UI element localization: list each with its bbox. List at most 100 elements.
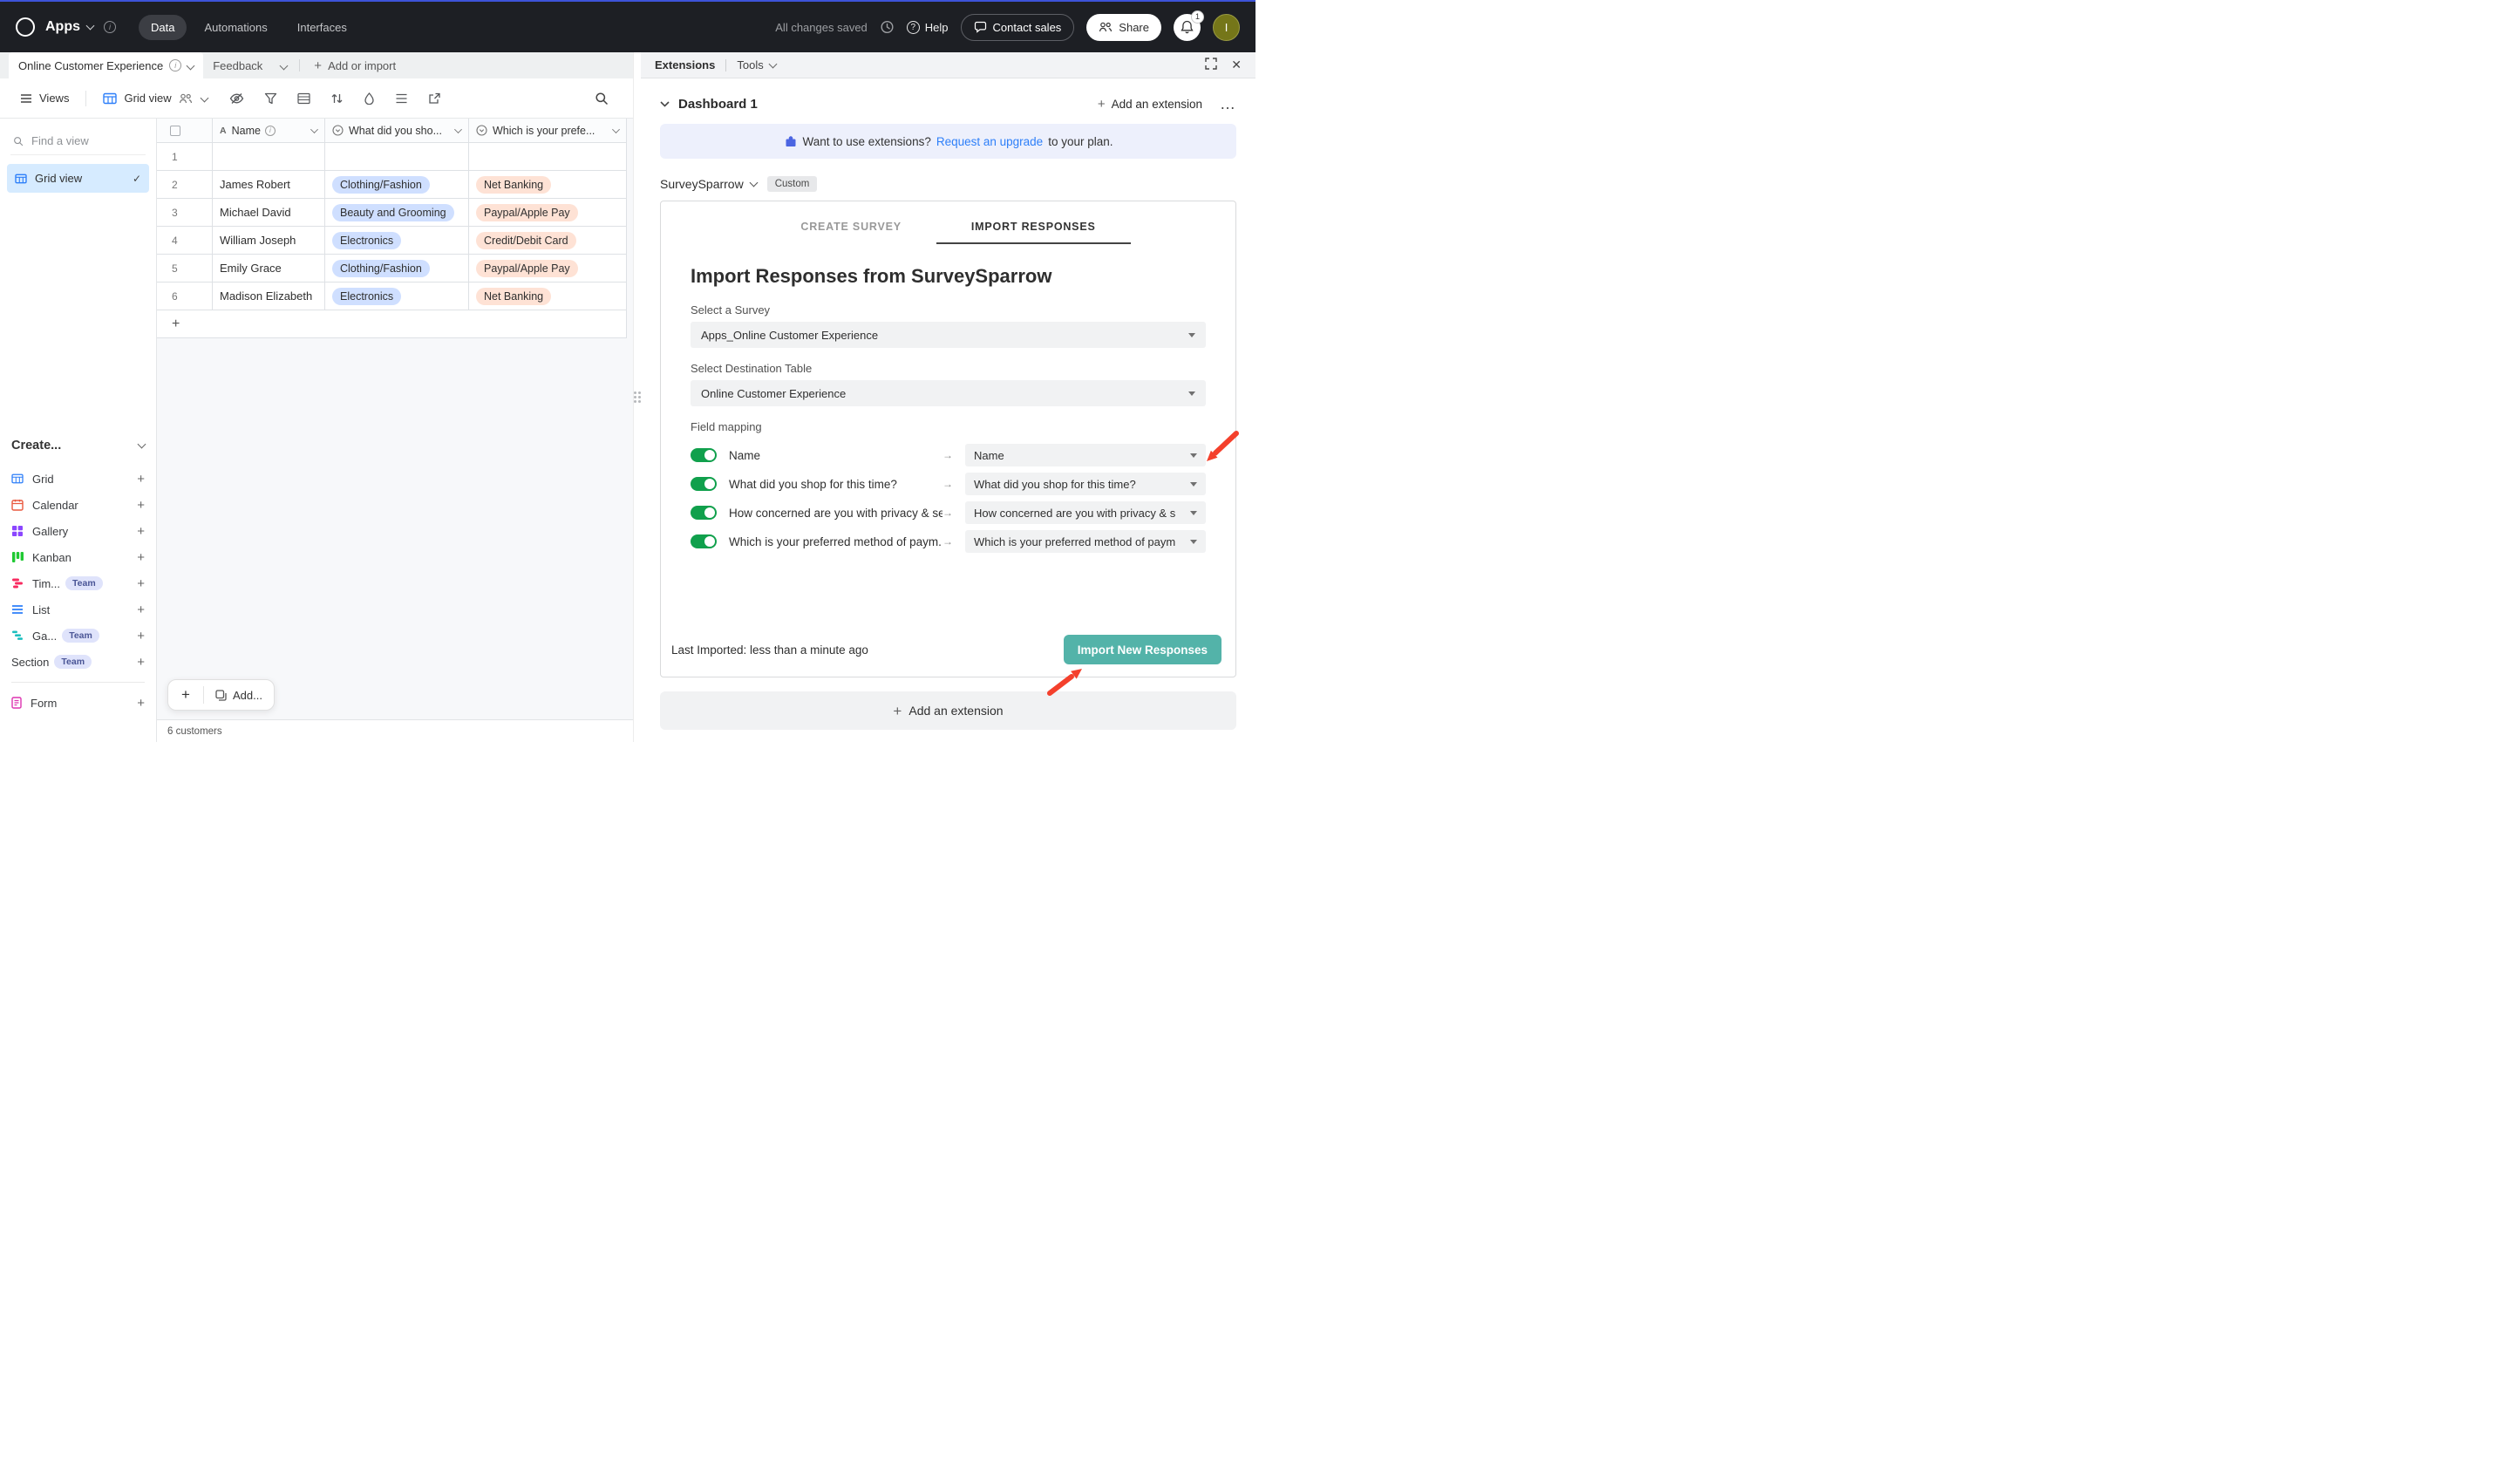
- payment-tag[interactable]: Paypal/Apple Pay: [476, 204, 578, 221]
- plus-icon[interactable]: +: [137, 603, 145, 616]
- category-tag[interactable]: Clothing/Fashion: [332, 176, 430, 194]
- history-icon[interactable]: [880, 20, 895, 34]
- mapping-toggle[interactable]: [691, 506, 717, 520]
- plus-icon[interactable]: +: [137, 551, 145, 564]
- create-grid[interactable]: Grid +: [11, 466, 145, 492]
- dashboard-title[interactable]: Dashboard 1: [678, 97, 758, 112]
- info-icon[interactable]: i: [104, 21, 116, 33]
- sort-icon[interactable]: [330, 92, 344, 105]
- create-gantt[interactable]: Ga...Team +: [11, 623, 145, 649]
- close-icon[interactable]: ✕: [1231, 58, 1242, 72]
- plus-icon[interactable]: +: [137, 499, 145, 512]
- tab-create-survey[interactable]: CREATE SURVEY: [766, 208, 936, 244]
- mapping-toggle[interactable]: [691, 477, 717, 491]
- category-tag[interactable]: Beauty and Grooming: [332, 204, 454, 221]
- plus-icon[interactable]: +: [137, 630, 145, 643]
- create-section-header[interactable]: Create...: [11, 434, 145, 457]
- survey-select[interactable]: Apps_Online Customer Experience: [691, 322, 1206, 348]
- panel-resize-handle[interactable]: [633, 52, 641, 742]
- search-icon[interactable]: [595, 92, 609, 106]
- create-timeline[interactable]: Tim...Team +: [11, 570, 145, 596]
- payment-tag[interactable]: Net Banking: [476, 288, 551, 305]
- workspace-name[interactable]: Apps: [45, 19, 80, 35]
- chevron-down-icon[interactable]: [310, 126, 318, 133]
- mapping-target-select[interactable]: Which is your preferred method of paym: [965, 530, 1206, 553]
- hide-fields-icon[interactable]: [229, 92, 244, 105]
- cell-name[interactable]: James Robert: [220, 178, 290, 191]
- nav-tab-interfaces[interactable]: Interfaces: [285, 15, 359, 40]
- extensions-tab[interactable]: Extensions: [655, 58, 715, 71]
- table-row[interactable]: 1: [157, 143, 627, 171]
- request-upgrade-link[interactable]: Request an upgrade: [936, 135, 1043, 148]
- mapping-target-select[interactable]: Name: [965, 444, 1206, 466]
- category-tag[interactable]: Electronics: [332, 232, 401, 249]
- table-row[interactable]: 3 Michael David Beauty and Grooming Payp…: [157, 199, 627, 227]
- add-extension-bottom-button[interactable]: + Add an extension: [660, 691, 1236, 730]
- add-record-button[interactable]: +: [168, 680, 203, 710]
- views-button[interactable]: Views: [12, 86, 77, 110]
- column-header-payment[interactable]: Which is your prefe...: [469, 119, 627, 143]
- category-tag[interactable]: Clothing/Fashion: [332, 260, 430, 277]
- filter-icon[interactable]: [264, 92, 277, 105]
- chevron-down-icon[interactable]: [187, 61, 195, 70]
- group-icon[interactable]: [297, 92, 310, 105]
- add-menu-button[interactable]: Add...: [204, 680, 274, 710]
- cell-name[interactable]: Madison Elizabeth: [220, 289, 312, 303]
- chevron-down-icon[interactable]: [749, 179, 758, 187]
- tools-tab[interactable]: Tools: [737, 58, 775, 71]
- create-section[interactable]: SectionTeam +: [11, 649, 145, 675]
- create-gallery[interactable]: Gallery +: [11, 518, 145, 544]
- destination-table-select[interactable]: Online Customer Experience: [691, 380, 1206, 406]
- category-tag[interactable]: Electronics: [332, 288, 401, 305]
- table-info-icon[interactable]: i: [169, 59, 181, 71]
- plus-icon[interactable]: +: [137, 697, 145, 710]
- plus-icon[interactable]: +: [137, 577, 145, 590]
- user-avatar[interactable]: I: [1213, 14, 1240, 41]
- nav-tab-automations[interactable]: Automations: [192, 15, 279, 40]
- find-view-input[interactable]: [31, 134, 143, 147]
- chevron-down-icon[interactable]: [86, 22, 95, 31]
- grid-view-button[interactable]: Grid view: [95, 86, 214, 110]
- cell-name[interactable]: Emily Grace: [220, 262, 282, 275]
- color-icon[interactable]: [364, 92, 375, 105]
- create-form[interactable]: Form +: [11, 690, 145, 716]
- chevron-down-icon[interactable]: [454, 126, 462, 133]
- nav-tab-data[interactable]: Data: [139, 15, 187, 40]
- sidebar-view-grid[interactable]: Grid view ✓: [7, 164, 149, 193]
- column-header-category[interactable]: What did you sho...: [325, 119, 469, 143]
- add-row-button[interactable]: +: [157, 310, 627, 338]
- plus-icon[interactable]: +: [137, 525, 145, 538]
- table-tab-active[interactable]: Online Customer Experience i: [9, 52, 203, 78]
- chevron-down-icon[interactable]: [612, 126, 620, 133]
- mapping-target-select[interactable]: How concerned are you with privacy & s: [965, 501, 1206, 524]
- create-kanban[interactable]: Kanban +: [11, 544, 145, 570]
- table-row[interactable]: 2 James Robert Clothing/Fashion Net Bank…: [157, 171, 627, 199]
- cell-name[interactable]: William Joseph: [220, 234, 296, 247]
- expand-icon[interactable]: [1205, 58, 1217, 72]
- chevron-down-icon[interactable]: [660, 101, 670, 107]
- add-extension-button[interactable]: + Add an extension: [1098, 98, 1202, 111]
- table-tab-feedback[interactable]: Feedback: [203, 52, 272, 78]
- extension-name[interactable]: SurveySparrow: [660, 177, 744, 191]
- contact-sales-button[interactable]: Contact sales: [961, 14, 1075, 41]
- payment-tag[interactable]: Credit/Debit Card: [476, 232, 576, 249]
- import-new-responses-button[interactable]: Import New Responses: [1064, 635, 1221, 664]
- row-height-icon[interactable]: [395, 92, 408, 105]
- tab-import-responses[interactable]: IMPORT RESPONSES: [936, 208, 1131, 244]
- create-calendar[interactable]: Calendar +: [11, 492, 145, 518]
- mapping-toggle[interactable]: [691, 534, 717, 548]
- notifications-button[interactable]: 1: [1174, 14, 1201, 41]
- select-all-checkbox[interactable]: [170, 126, 180, 136]
- workspace-logo[interactable]: [16, 17, 35, 37]
- create-list[interactable]: List +: [11, 596, 145, 623]
- payment-tag[interactable]: Paypal/Apple Pay: [476, 260, 578, 277]
- mapping-toggle[interactable]: [691, 448, 717, 462]
- add-or-import-button[interactable]: + Add or import: [303, 52, 406, 78]
- column-header-name[interactable]: A Name i: [213, 119, 325, 143]
- table-row[interactable]: 5 Emily Grace Clothing/Fashion Paypal/Ap…: [157, 255, 627, 283]
- share-view-icon[interactable]: [428, 92, 441, 105]
- mapping-target-select[interactable]: What did you shop for this time?: [965, 473, 1206, 495]
- share-button[interactable]: Share: [1086, 14, 1161, 41]
- table-row[interactable]: 4 William Joseph Electronics Credit/Debi…: [157, 227, 627, 255]
- table-row[interactable]: 6 Madison Elizabeth Electronics Net Bank…: [157, 283, 627, 310]
